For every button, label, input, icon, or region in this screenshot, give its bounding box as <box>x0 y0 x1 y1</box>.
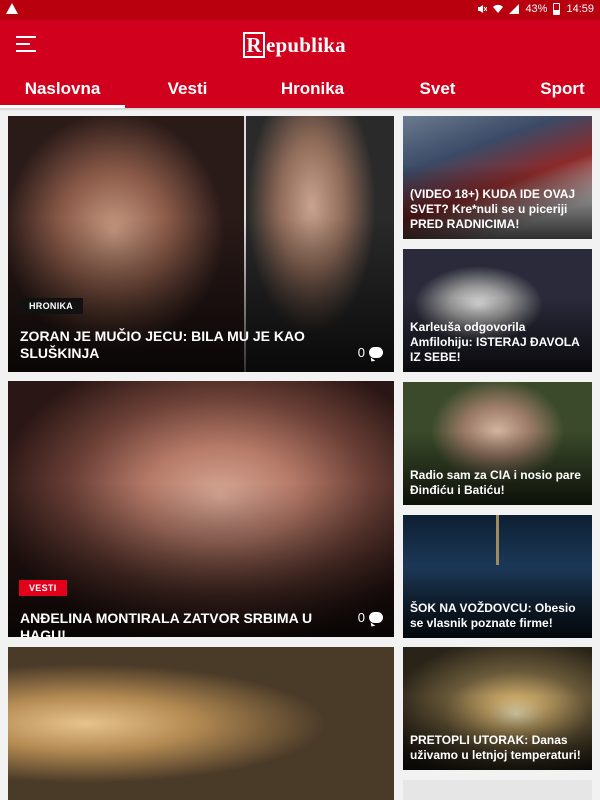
article-title[interactable]: Radio sam za CIA i nosio pare Đinđiću i … <box>410 468 586 498</box>
clock: 14:59 <box>566 3 594 15</box>
tabs-shadow <box>0 108 600 111</box>
category-badge[interactable]: HRONIKA <box>19 298 84 314</box>
comments-count[interactable]: 0 <box>358 610 383 625</box>
wifi-icon <box>493 4 504 14</box>
mute-icon <box>478 5 488 13</box>
featured-article-2[interactable]: VESTI ANĐELINA MONTIRALA ZATVOR SRBIMA U… <box>8 381 394 637</box>
tab-vesti[interactable]: Vesti <box>125 70 250 108</box>
brand-logo-initial: R <box>243 32 265 58</box>
comments-icon <box>369 347 383 358</box>
section-tabs: Naslovna Vesti Hronika Svet Sport <box>0 70 600 108</box>
comments-count[interactable]: 0 <box>358 345 383 360</box>
battery-icon <box>553 3 561 15</box>
category-badge[interactable]: VESTI <box>19 580 67 596</box>
warning-icon <box>6 3 18 14</box>
article-title[interactable]: (VIDEO 18+) KUDA IDE OVAJ SVET? Kre*nuli… <box>410 187 586 232</box>
app-bar: R epublika <box>0 20 600 70</box>
side-article-4[interactable]: ŠOK NA VOŽDOVCU: Obesio se vlasnik pozna… <box>403 515 592 638</box>
featured-article-1[interactable]: HRONIKA ZORAN JE MUČIO JECU: BILA MU JE … <box>8 116 394 372</box>
menu-icon[interactable] <box>16 36 36 52</box>
comments-number: 0 <box>357 345 365 360</box>
article-title[interactable]: PRETOPLI UTORAK: Danas uživamo u letnjoj… <box>410 733 586 763</box>
tab-naslovna[interactable]: Naslovna <box>0 70 125 108</box>
tab-hronika[interactable]: Hronika <box>250 70 375 108</box>
brand-logo[interactable]: R epublika <box>243 31 346 59</box>
article-title[interactable]: ANĐELINA MONTIRALA ZATVOR SRBIMA U HAGU! <box>20 610 350 637</box>
brand-logo-text: epublika <box>266 32 346 57</box>
article-title[interactable]: ŠOK NA VOŽDOVCU: Obesio se vlasnik pozna… <box>410 601 586 631</box>
comments-icon <box>369 612 383 623</box>
side-article-6[interactable] <box>403 780 592 800</box>
article-title[interactable]: ZORAN JE MUČIO JECU: BILA MU JE KAO SLUŠ… <box>20 328 320 362</box>
side-article-5[interactable]: PRETOPLI UTORAK: Danas uživamo u letnjoj… <box>403 647 592 770</box>
side-article-3[interactable]: Radio sam za CIA i nosio pare Đinđiću i … <box>403 382 592 505</box>
battery-percent: 43% <box>525 3 548 15</box>
article-photo-group <box>8 647 394 800</box>
featured-article-3[interactable] <box>8 647 394 800</box>
noose-rope <box>496 515 499 565</box>
tab-svet[interactable]: Svet <box>375 70 500 108</box>
comments-number: 0 <box>357 610 365 625</box>
status-bar: 43% 14:59 <box>0 0 600 20</box>
article-title[interactable]: Karleuša odgovorila Amfilohiju: ISTERAJ … <box>410 320 586 365</box>
side-article-1[interactable]: (VIDEO 18+) KUDA IDE OVAJ SVET? Kre*nuli… <box>403 116 592 239</box>
side-article-2[interactable]: Karleuša odgovorila Amfilohiju: ISTERAJ … <box>403 249 592 372</box>
signal-icon <box>509 4 520 14</box>
tab-sport[interactable]: Sport <box>500 70 600 108</box>
